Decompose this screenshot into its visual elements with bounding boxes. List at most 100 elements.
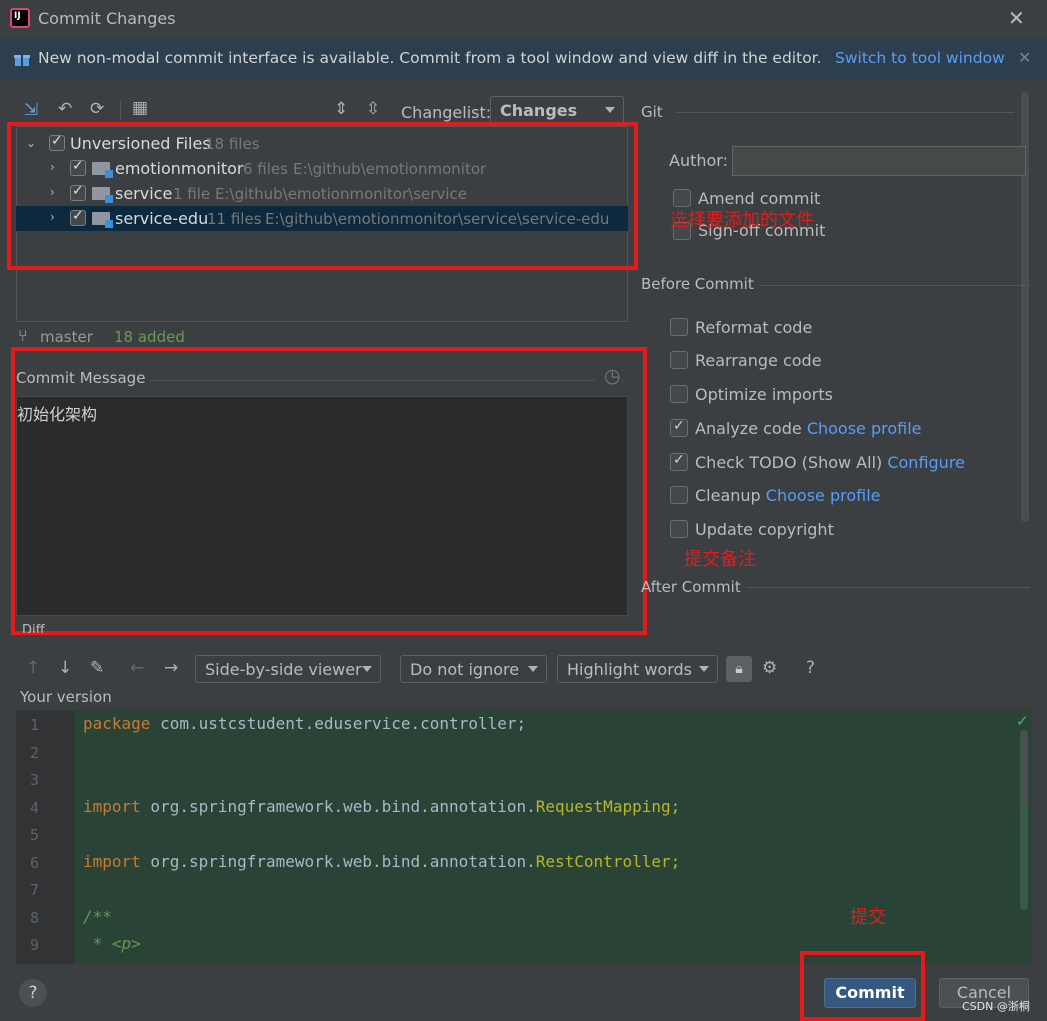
optimize-imports-checkbox[interactable] — [670, 385, 688, 403]
viewer-dropdown[interactable]: Side-by-side viewer — [195, 655, 381, 683]
expand-all-icon[interactable]: ⇕ — [334, 99, 348, 119]
branch-icon: ⑂ — [18, 326, 28, 345]
update-copyright-checkbox[interactable] — [670, 520, 688, 538]
gift-icon — [14, 55, 30, 66]
line-number: 1 — [30, 716, 40, 734]
before-commit-label: Before Commit — [641, 275, 754, 293]
rearrange-code-checkbox[interactable] — [670, 351, 688, 369]
show-diff-icon[interactable]: ⇲ — [24, 100, 38, 120]
banner-text: New non-modal commit interface is availa… — [38, 49, 822, 67]
code-line-1: package com.ustcstudent.eduservice.contr… — [83, 714, 526, 733]
annotation-commit: 提交 — [850, 907, 886, 928]
code-line-8: /** — [83, 907, 112, 926]
line-number: 4 — [30, 799, 40, 817]
configure-link[interactable]: Configure — [887, 453, 965, 472]
reformat-code-label: Reformat code — [695, 318, 813, 337]
author-input[interactable] — [732, 146, 1026, 176]
code-text: org.springframework.web.bind.annotation. — [140, 797, 536, 816]
chevron-down-icon — [362, 666, 372, 672]
line-number: 3 — [30, 771, 40, 789]
option-text: Check TODO (Show All) — [695, 453, 883, 472]
code-text: com.ustcstudent.eduservice.controller; — [150, 714, 527, 733]
cleanup-label: Cleanup Choose profile — [695, 486, 881, 505]
separator-line — [676, 112, 1014, 113]
line-number: 7 — [30, 881, 40, 899]
help-button[interactable]: ? — [19, 979, 47, 1007]
separator-line — [760, 285, 1030, 286]
separator-line — [748, 587, 1030, 588]
annotation-box-commit — [800, 951, 925, 1021]
branch-name: master — [40, 328, 93, 346]
previous-difference-icon[interactable]: ↑ — [26, 658, 40, 678]
forward-arrow-icon[interactable]: → — [164, 658, 178, 678]
annotation-box-files — [7, 122, 638, 270]
chevron-down-icon — [699, 666, 709, 672]
keyword: package — [83, 714, 151, 733]
choose-profile-link[interactable]: Choose profile — [766, 486, 881, 505]
annotation-select-files: 选择要添加的文件 — [670, 210, 814, 231]
cleanup-checkbox[interactable] — [670, 486, 688, 504]
lock-icon[interactable]: 🔒︎ — [726, 656, 752, 682]
window-title: Commit Changes — [38, 9, 176, 28]
settings-gear-icon[interactable]: ⚙ — [762, 658, 777, 678]
optimize-imports-label: Optimize imports — [695, 385, 833, 404]
banner-close-icon[interactable]: ✕ — [1018, 48, 1031, 67]
code-line-4: import org.springframework.web.bind.anno… — [83, 797, 680, 816]
keyword: import — [83, 797, 141, 816]
option-text: Analyze code — [695, 419, 802, 438]
line-number: 5 — [30, 826, 40, 844]
changelist-dropdown[interactable]: Changes — [490, 96, 624, 124]
option-text: Cleanup — [695, 486, 761, 505]
choose-profile-link[interactable]: Choose profile — [807, 419, 922, 438]
close-icon[interactable]: ✕ — [1008, 6, 1025, 30]
highlight-dropdown[interactable]: Highlight words — [557, 655, 718, 683]
reformat-code-checkbox[interactable] — [670, 318, 688, 336]
collapse-all-icon[interactable]: ⇳ — [366, 99, 380, 119]
refresh-icon[interactable]: ⟳ — [90, 99, 104, 119]
back-arrow-icon[interactable]: ← — [130, 658, 144, 678]
keyword: import — [83, 852, 141, 871]
ignore-dropdown[interactable]: Do not ignore — [400, 655, 547, 683]
after-commit-label: After Commit — [641, 578, 741, 596]
update-copyright-label: Update copyright — [695, 520, 834, 539]
annotation-box-message — [11, 347, 647, 635]
edit-source-icon[interactable]: ✎ — [90, 658, 104, 678]
switch-to-tool-window-link[interactable]: Switch to tool window — [835, 49, 1005, 67]
check-todo-label: Check TODO (Show All) Configure — [695, 453, 965, 472]
watermark: CSDN @浙桐 — [962, 1000, 1030, 1013]
line-number: 6 — [30, 854, 40, 872]
analyze-code-label: Analyze code Choose profile — [695, 419, 922, 438]
git-section-label: Git — [641, 103, 663, 121]
ignore-value: Do not ignore — [410, 660, 520, 679]
rollback-icon[interactable]: ↶ — [58, 99, 72, 119]
analyze-code-checkbox[interactable] — [670, 418, 688, 437]
chevron-down-icon — [528, 666, 538, 672]
your-version-label: Your version — [20, 688, 112, 706]
code-text: org.springframework.web.bind.annotation. — [140, 852, 536, 871]
branch-status: 18 added — [114, 328, 185, 346]
chevron-down-icon — [605, 107, 615, 113]
line-number-gutter — [16, 710, 74, 964]
toolbar-separator — [120, 100, 121, 120]
intellij-app-icon — [10, 8, 30, 28]
code-line-9: * <p> — [83, 934, 141, 953]
no-problems-check-icon: ✓ — [1016, 712, 1029, 730]
line-number: 9 — [30, 936, 40, 954]
code-scrollbar[interactable] — [1021, 730, 1028, 806]
next-difference-icon[interactable]: ↓ — [58, 658, 72, 678]
class-name: RequestMapping; — [535, 797, 681, 816]
annotation-commit-note: 提交备注 — [684, 549, 756, 570]
author-label: Author: — [669, 151, 728, 170]
viewer-value: Side-by-side viewer — [205, 660, 362, 679]
changelist-value: Changes — [500, 101, 578, 120]
diff-section-label[interactable]: Diff — [22, 623, 45, 633]
highlight-value: Highlight words — [567, 660, 692, 679]
changelist-label: Changelist: — [401, 103, 492, 122]
rearrange-code-label: Rearrange code — [695, 351, 822, 370]
amend-commit-checkbox[interactable] — [673, 189, 691, 207]
help-icon[interactable]: ? — [806, 658, 815, 678]
group-by-icon[interactable]: ▦ — [132, 98, 148, 118]
check-todo-checkbox[interactable] — [670, 452, 688, 471]
line-number: 2 — [30, 744, 40, 762]
line-number: 8 — [30, 909, 40, 927]
